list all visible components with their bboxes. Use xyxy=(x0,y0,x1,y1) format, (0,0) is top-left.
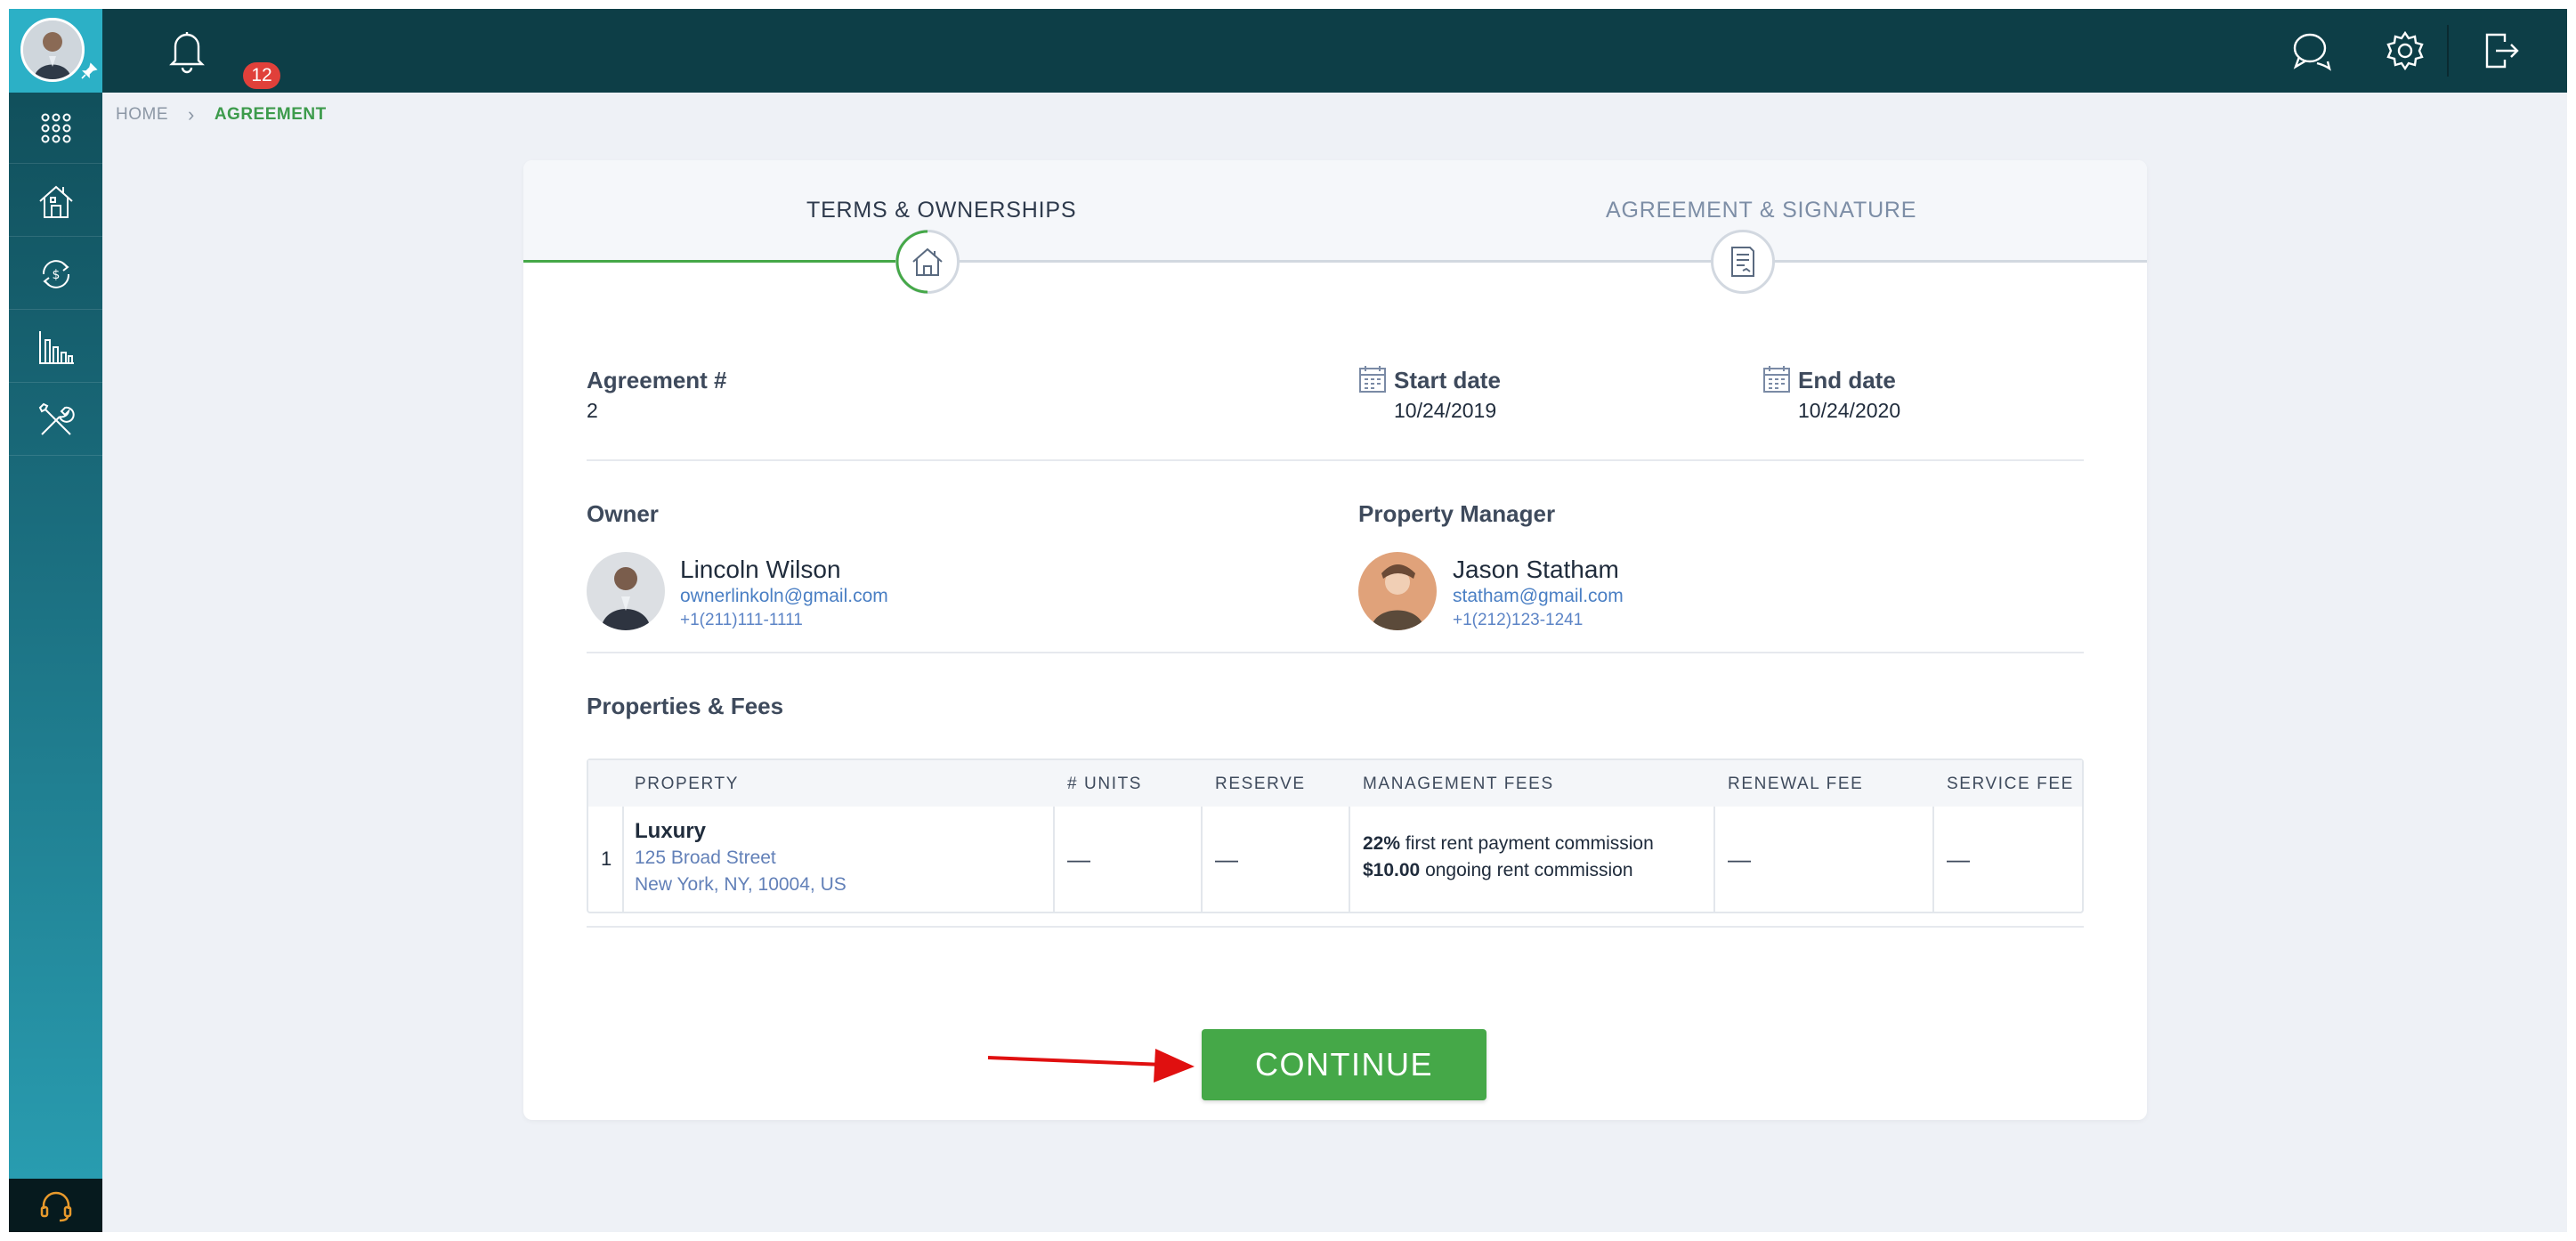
service-fee-value: — xyxy=(1947,846,1970,872)
tab-terms-ownerships[interactable]: TERMS & OWNERSHIPS xyxy=(806,198,1076,223)
pin-icon[interactable] xyxy=(80,62,98,85)
manager-email[interactable]: statham@gmail.com xyxy=(1453,586,1624,607)
top-divider xyxy=(2447,25,2449,77)
gear-icon xyxy=(2386,30,2424,71)
support-button[interactable] xyxy=(9,1179,102,1232)
step-2-indicator[interactable] xyxy=(1711,230,1775,294)
end-date-label: End date xyxy=(1798,367,1896,393)
chat-icon xyxy=(2293,33,2331,71)
owner-email[interactable]: ownerlinkoln@gmail.com xyxy=(680,586,888,607)
table-header: PROPERTY # UNITS RESERVE MANAGEMENT FEES… xyxy=(588,760,2082,807)
sidebar-item-finance[interactable]: $ xyxy=(9,239,102,310)
step-progress-line xyxy=(523,260,924,263)
column-header-management-fees: MANAGEMENT FEES xyxy=(1363,775,1554,793)
house-icon xyxy=(38,185,73,218)
owner-section-label: Owner xyxy=(587,500,659,527)
top-bar: 12 xyxy=(102,9,2567,93)
column-header-property: PROPERTY xyxy=(635,775,739,793)
start-date-value: 10/24/2019 xyxy=(1394,399,1497,422)
renewal-fee-value: — xyxy=(1728,846,1751,872)
property-address-line2: New York, NY, 10004, US xyxy=(635,874,847,895)
properties-section-label: Properties & Fees xyxy=(587,693,784,719)
start-date-label: Start date xyxy=(1394,367,1501,393)
logout-button[interactable] xyxy=(2475,27,2528,75)
calendar-icon xyxy=(1359,366,1386,393)
manager-section-label: Property Manager xyxy=(1358,500,1556,527)
column-divider xyxy=(622,807,624,912)
fee2-text: ongoing rent commission xyxy=(1420,860,1633,880)
column-divider xyxy=(1713,807,1715,912)
divider xyxy=(587,459,2084,461)
user-avatar-slot[interactable] xyxy=(9,9,102,93)
headset-icon xyxy=(40,1191,71,1222)
bar-chart-icon xyxy=(38,330,74,364)
sidebar-item-tools[interactable] xyxy=(9,385,102,456)
continue-button[interactable]: CONTINUE xyxy=(1202,1029,1486,1100)
app-window: $ 12 HOME › AGREEMENT TERMS & OWNERSHIPS… xyxy=(9,9,2567,1232)
row-index: 1 xyxy=(601,848,612,870)
column-header-reserve: RESERVE xyxy=(1215,775,1306,793)
step-1-progress-ring xyxy=(895,230,928,294)
chat-button[interactable] xyxy=(2285,27,2338,75)
user-avatar[interactable] xyxy=(20,18,85,82)
agreement-card: TERMS & OWNERSHIPS AGREEMENT & SIGNATURE xyxy=(523,160,2147,1120)
column-divider xyxy=(1053,807,1055,912)
sidebar: $ xyxy=(9,9,102,1232)
owner-phone[interactable]: +1(211)111-1111 xyxy=(680,611,803,630)
property-address-line1: 125 Broad Street xyxy=(635,848,776,868)
step-tabs: TERMS & OWNERSHIPS AGREEMENT & SIGNATURE xyxy=(523,160,2147,262)
management-fee-line2: $10.00 ongoing rent commission xyxy=(1363,860,1633,881)
divider xyxy=(587,652,2084,653)
manager-avatar xyxy=(1358,552,1437,630)
agreement-number-label: Agreement # xyxy=(587,367,727,393)
bell-icon xyxy=(169,32,205,74)
property-name[interactable]: Luxury xyxy=(635,819,706,844)
sidebar-item-properties[interactable] xyxy=(9,166,102,237)
manager-phone[interactable]: +1(212)123-1241 xyxy=(1453,611,1583,630)
step-track-line xyxy=(924,260,2147,263)
sidebar-item-reports[interactable] xyxy=(9,312,102,383)
properties-table: PROPERTY # UNITS RESERVE MANAGEMENT FEES… xyxy=(587,758,2084,913)
column-divider xyxy=(1201,807,1203,912)
svg-text:$: $ xyxy=(52,268,60,282)
tab-agreement-signature[interactable]: AGREEMENT & SIGNATURE xyxy=(1606,198,1916,223)
notification-badge: 12 xyxy=(243,62,280,89)
notifications-button[interactable]: 12 xyxy=(165,27,280,89)
tools-icon xyxy=(38,402,75,435)
fee2-value: $10.00 xyxy=(1363,860,1421,880)
owner-avatar xyxy=(587,552,665,630)
divider xyxy=(587,926,2084,928)
reserve-value: — xyxy=(1215,846,1238,872)
document-icon xyxy=(1731,247,1754,277)
grid-icon xyxy=(41,113,70,142)
units-value: — xyxy=(1067,846,1090,872)
step-1-indicator[interactable] xyxy=(895,230,960,294)
column-divider xyxy=(1349,807,1350,912)
breadcrumb: HOME › AGREEMENT xyxy=(116,103,327,126)
breadcrumb-home[interactable]: HOME xyxy=(116,105,168,125)
column-divider xyxy=(1932,807,1934,912)
agreement-number: 2 xyxy=(587,399,598,422)
column-header-units: # UNITS xyxy=(1067,775,1143,793)
logout-icon xyxy=(2485,33,2519,69)
sidebar-item-apps[interactable] xyxy=(9,93,102,164)
money-cycle-icon: $ xyxy=(42,259,69,288)
management-fee-line1: 22% first rent payment commission xyxy=(1363,833,1654,855)
fee1-value: 22% xyxy=(1363,833,1401,854)
annotation-arrow-icon xyxy=(987,1049,1195,1083)
owner-name: Lincoln Wilson xyxy=(680,556,841,583)
fee1-text: first rent payment commission xyxy=(1400,833,1654,854)
chevron-right-icon: › xyxy=(188,103,195,126)
calendar-icon xyxy=(1763,366,1790,393)
manager-name: Jason Statham xyxy=(1453,556,1619,583)
breadcrumb-current: AGREEMENT xyxy=(214,105,327,124)
column-header-renewal-fee: RENEWAL FEE xyxy=(1728,775,1864,793)
settings-button[interactable] xyxy=(2378,27,2432,75)
column-header-service-fee: SERVICE FEE xyxy=(1947,775,2074,793)
end-date-value: 10/24/2020 xyxy=(1798,399,1901,422)
